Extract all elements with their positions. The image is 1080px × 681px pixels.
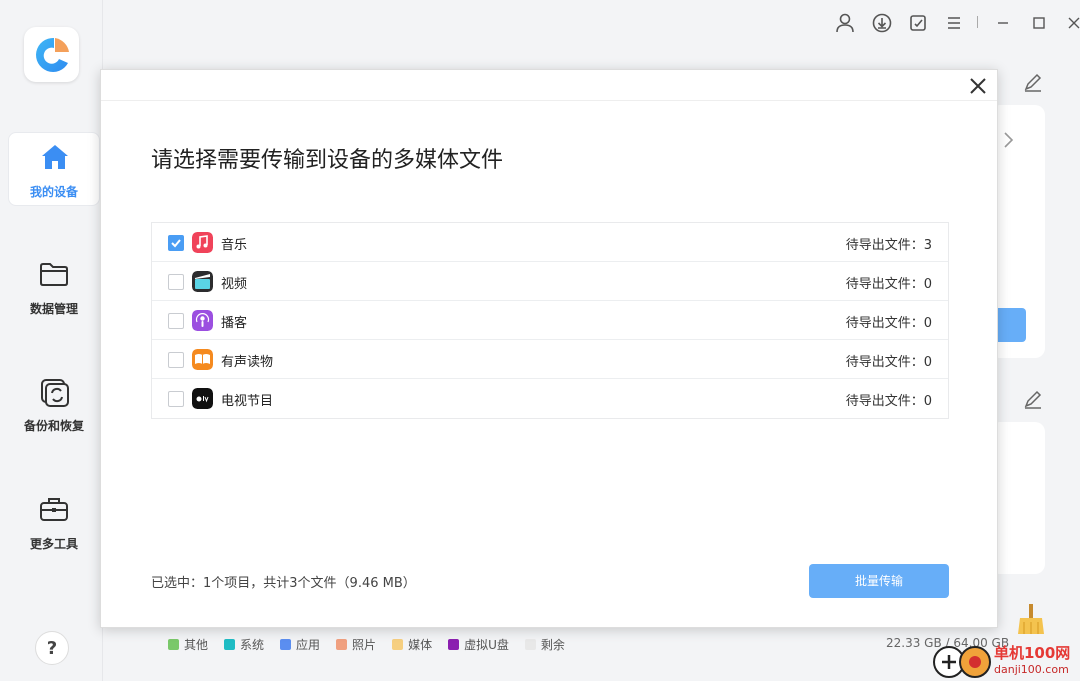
watermark-url: danji100.com (994, 663, 1069, 676)
legend-item: 应用 (280, 636, 320, 653)
list-item[interactable]: 播客 待导出文件：0 (152, 301, 948, 340)
music-icon (192, 232, 213, 253)
close-window-icon[interactable] (1063, 12, 1080, 34)
batch-transfer-button[interactable]: 批量传输 (809, 564, 949, 598)
feedback-icon[interactable] (907, 12, 929, 34)
pending-count: 待导出文件：0 (845, 277, 932, 292)
list-item[interactable]: 电视节目 待导出文件：0 (152, 379, 948, 418)
selection-summary: 已选中：1个项目，共计3个文件（9.46 MB） (151, 576, 416, 591)
toolbox-icon (40, 498, 68, 521)
appletv-icon (192, 388, 213, 409)
storage-card (990, 422, 1045, 574)
media-type-label: 视频 (221, 277, 248, 292)
site-watermark: 单机100网 danji100.com (932, 642, 1078, 680)
pending-count: 待导出文件：0 (845, 316, 932, 331)
clean-broom-icon[interactable] (1014, 602, 1048, 636)
legend-item: 剩余 (524, 636, 565, 653)
edit-icon[interactable] (1022, 388, 1044, 410)
download-icon[interactable] (871, 12, 893, 34)
podcast-icon (192, 310, 213, 331)
divider (977, 16, 978, 28)
legend-item: 虚拟U盘 (448, 636, 509, 653)
media-transfer-dialog: 请选择需要传输到设备的多媒体文件 音乐 待导出文件：3 视频 待导出文件：0 播… (100, 69, 998, 628)
list-item[interactable]: 有声读物 待导出文件：0 (152, 340, 948, 379)
media-type-label: 播客 (221, 316, 248, 331)
audiobook-icon (192, 349, 213, 370)
maximize-icon[interactable] (1028, 12, 1050, 34)
close-icon[interactable] (967, 75, 989, 97)
list-item[interactable]: 音乐 待导出文件：3 (152, 223, 948, 262)
media-type-label: 电视节目 (221, 394, 274, 409)
media-type-label: 有声读物 (221, 355, 274, 370)
menu-icon[interactable] (943, 12, 965, 34)
checkbox[interactable] (168, 352, 184, 368)
pending-count: 待导出文件：0 (845, 355, 932, 370)
nav-more-tools[interactable]: 更多工具 (8, 485, 100, 559)
legend-item: 系统 (224, 636, 264, 653)
legend-item: 照片 (336, 636, 376, 653)
nav-backup-restore[interactable]: 备份和恢复 (8, 367, 100, 441)
minimize-icon[interactable] (992, 12, 1014, 34)
chevron-right-icon[interactable] (1002, 131, 1016, 149)
edit-icon[interactable] (1022, 71, 1044, 93)
user-icon[interactable] (834, 12, 856, 34)
checkbox[interactable] (168, 313, 184, 329)
pending-count: 待导出文件：0 (845, 394, 932, 409)
home-icon (42, 145, 68, 169)
legend-item: 其他 (168, 636, 208, 653)
title-bar (103, 0, 1080, 46)
dialog-header (101, 70, 997, 101)
pending-count: 待导出文件：3 (845, 238, 932, 253)
dialog-title: 请选择需要传输到设备的多媒体文件 (151, 148, 504, 173)
media-type-label: 音乐 (221, 238, 248, 253)
backup-icon (41, 379, 69, 407)
storage-legend: 其他 系统 应用 照片 媒体 虚拟U盘 剩余 (168, 636, 565, 653)
video-icon (192, 271, 213, 292)
device-card (990, 105, 1045, 358)
nav-label: 数据管理 (29, 302, 78, 316)
help-button[interactable]: ? (35, 631, 69, 665)
nav-label: 我的设备 (29, 185, 78, 199)
nav-my-device[interactable]: 我的设备 (8, 132, 100, 206)
watermark-logo-icon (933, 646, 991, 678)
sidebar: 我的设备 数据管理 备份和恢复 更多工具 ? (0, 0, 103, 681)
list-item[interactable]: 视频 待导出文件：0 (152, 262, 948, 301)
checkbox[interactable] (168, 274, 184, 290)
app-logo (24, 27, 79, 82)
media-file-list: 音乐 待导出文件：3 视频 待导出文件：0 播客 待导出文件：0 有声读物 待导… (151, 222, 949, 419)
folder-icon (40, 263, 68, 286)
checkbox[interactable] (168, 391, 184, 407)
nav-data-management[interactable]: 数据管理 (8, 250, 100, 324)
nav-label: 更多工具 (29, 537, 78, 551)
legend-item: 媒体 (392, 636, 432, 653)
checkbox[interactable] (168, 235, 184, 251)
watermark-title: 单机100网 (994, 644, 1071, 662)
nav-label: 备份和恢复 (23, 419, 84, 433)
